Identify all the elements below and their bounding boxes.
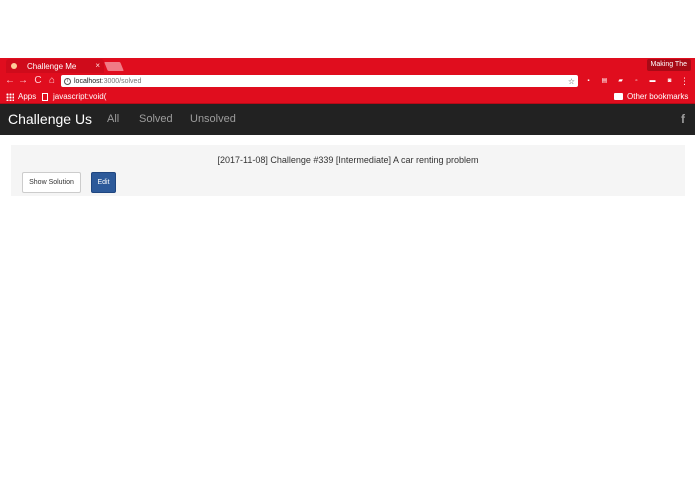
top-blank-area (0, 0, 695, 58)
home-icon[interactable]: ⌂ (45, 74, 59, 88)
reload-icon[interactable]: C (31, 74, 45, 88)
url-host: localhost (74, 77, 102, 85)
adblock-extension-icon[interactable]: ▪ (584, 77, 593, 85)
browser-menu-icon[interactable]: ⋮ (680, 75, 689, 87)
extension-icon[interactable]: ▫ (632, 77, 641, 85)
new-tab-button[interactable] (104, 62, 124, 71)
url-path: :3000/solved (101, 77, 142, 85)
favicon-icon (11, 63, 17, 69)
back-icon[interactable]: ← (3, 74, 17, 88)
browser-tabstrip: Challenge Me × Making The (0, 58, 695, 73)
show-solution-button[interactable]: Show Solution (22, 172, 81, 193)
tab-title: Challenge Me (27, 61, 77, 71)
bookmark-javascript[interactable]: javascript:void( (42, 91, 106, 102)
folder-icon (614, 93, 623, 100)
challenge-panel: [2017-11-08] Challenge #339 [Intermediat… (11, 145, 685, 196)
forward-icon[interactable]: → (16, 74, 30, 88)
apps-icon (6, 92, 14, 101)
bookmark-label: javascript:void( (53, 92, 107, 101)
bookmark-apps[interactable]: Apps (6, 91, 36, 102)
profile-badge[interactable]: Making The (646, 59, 691, 71)
info-icon[interactable]: i (64, 77, 71, 85)
nav-unsolved[interactable]: Unsolved (190, 104, 236, 135)
edit-button[interactable]: Edit (91, 172, 116, 193)
nav-all[interactable]: All (107, 104, 119, 135)
facebook-icon[interactable]: f (681, 104, 685, 135)
nav-solved[interactable]: Solved (139, 104, 173, 135)
app-navbar: Challenge Us All Solved Unsolved f (0, 104, 695, 135)
tab-close-icon[interactable]: × (95, 62, 100, 70)
bookmarks-bar: Apps javascript:void( Other bookmarks (0, 89, 695, 104)
extension-icon[interactable]: ◙ (665, 77, 674, 85)
browser-toolbar: ← → C ⌂ i localhost :3000/solved ☆ ▪ ▤ ▰… (0, 73, 695, 89)
page-icon (42, 92, 48, 101)
browser-tab[interactable]: Challenge Me × (6, 59, 104, 73)
bookmark-other[interactable]: Other bookmarks (614, 91, 688, 102)
bookmark-label: Apps (18, 92, 37, 101)
challenge-title: [2017-11-08] Challenge #339 [Intermediat… (217, 155, 479, 165)
extension-icon[interactable]: ▤ (600, 77, 609, 85)
chat-extension-icon[interactable]: ▰ (616, 77, 625, 85)
address-bar[interactable]: i localhost :3000/solved ☆ (61, 75, 578, 87)
bookmark-label: Other bookmarks (627, 92, 689, 101)
bookmark-star-icon[interactable]: ☆ (568, 77, 575, 86)
extension-icon[interactable]: ▬ (648, 77, 657, 85)
brand-link[interactable]: Challenge Us (8, 104, 92, 135)
